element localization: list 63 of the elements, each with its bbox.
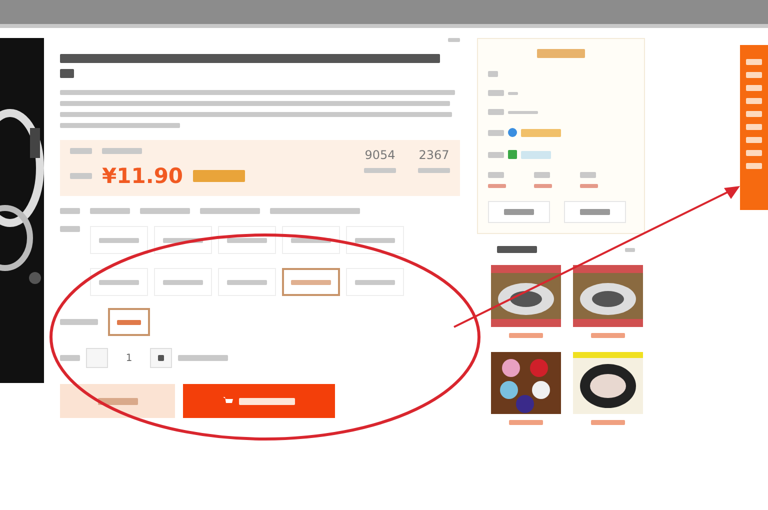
shop-label bbox=[537, 49, 585, 58]
add-to-cart-button[interactable] bbox=[183, 384, 335, 418]
illegible-text-bar bbox=[488, 109, 504, 115]
illegible-text-bar bbox=[227, 238, 267, 242]
illegible-text-bar bbox=[497, 246, 537, 253]
illegible-text-bar bbox=[591, 420, 625, 425]
illegible-text-bar bbox=[227, 280, 267, 284]
illegible-text-bar bbox=[534, 172, 550, 178]
illegible-text-bar bbox=[488, 152, 504, 158]
illegible-text-bar bbox=[355, 280, 395, 284]
illegible-text-bar bbox=[163, 238, 203, 242]
illegible-text-bar bbox=[488, 172, 504, 178]
illegible-text-bar bbox=[70, 148, 92, 154]
illegible-text-bar bbox=[591, 333, 625, 338]
illegible-text-bar bbox=[60, 69, 74, 78]
illegible-text-bar bbox=[355, 238, 395, 242]
illegible-text-bar bbox=[163, 280, 203, 284]
illegible-text-bar bbox=[117, 320, 141, 324]
illegible-text-bar bbox=[534, 184, 552, 188]
illegible-text-bar bbox=[509, 333, 543, 338]
cart-icon bbox=[223, 396, 233, 406]
illegible-text-bar bbox=[178, 355, 228, 361]
stat-count: 9054 bbox=[364, 148, 396, 162]
price: ¥11.90 bbox=[102, 164, 184, 188]
illegible-text-bar bbox=[521, 128, 561, 136]
badge-icon bbox=[508, 150, 517, 159]
illegible-text-bar bbox=[193, 170, 246, 182]
illegible-text-bar bbox=[488, 71, 498, 77]
illegible-text-bar bbox=[580, 184, 598, 188]
quantity-field[interactable]: 1 bbox=[114, 352, 144, 364]
illegible-text-bar bbox=[521, 150, 551, 158]
illegible-text-bar bbox=[70, 173, 92, 179]
illegible-text-bar bbox=[508, 110, 538, 114]
option-button[interactable] bbox=[282, 268, 340, 296]
illegible-text-bar bbox=[60, 226, 80, 232]
illegible-text-bar bbox=[625, 248, 635, 252]
illegible-text-bar bbox=[99, 238, 139, 242]
illegible-text-bar bbox=[60, 319, 98, 325]
shop-button[interactable] bbox=[564, 201, 626, 223]
illegible-text-bar bbox=[508, 92, 518, 94]
illegible-text-bar bbox=[418, 168, 450, 173]
illegible-text-bar bbox=[140, 208, 190, 214]
stat-count: 2367 bbox=[418, 148, 450, 162]
plus-button[interactable] bbox=[150, 348, 172, 368]
illegible-text-bar bbox=[90, 208, 130, 214]
shop-button[interactable] bbox=[488, 201, 550, 223]
illegible-text-bar bbox=[509, 420, 543, 425]
illegible-text-bar bbox=[60, 208, 80, 214]
illegible-text-bar bbox=[488, 130, 504, 136]
illegible-text-bar bbox=[580, 172, 596, 178]
illegible-text-bar bbox=[200, 208, 260, 214]
illegible-text-bar bbox=[99, 280, 139, 284]
illegible-text-bar bbox=[60, 355, 80, 361]
color-option[interactable] bbox=[108, 308, 150, 336]
badge-icon bbox=[508, 128, 517, 137]
illegible-text-bar bbox=[102, 148, 142, 154]
illegible-text-bar bbox=[448, 38, 460, 42]
illegible-text-bar bbox=[291, 280, 331, 284]
buy-now-button[interactable] bbox=[60, 384, 175, 418]
illegible-text-bar bbox=[364, 168, 396, 173]
illegible-text-bar bbox=[291, 238, 331, 242]
illegible-text-bar bbox=[488, 184, 506, 188]
illegible-text-bar bbox=[488, 90, 504, 96]
